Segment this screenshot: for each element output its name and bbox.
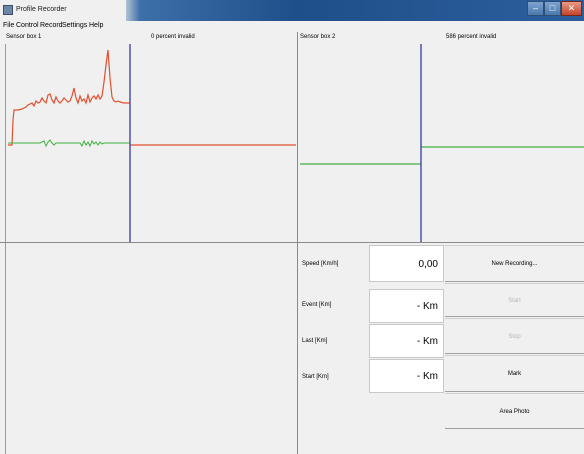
mark-button[interactable]: Mark [445, 355, 584, 392]
area-photo-button[interactable]: Area Photo [445, 393, 584, 429]
speed-value: 0,00 [418, 259, 438, 270]
sensor1-red-trace [8, 49, 130, 146]
stop-button[interactable]: Stop [445, 318, 584, 354]
speed-label: Speed [Km/h] [302, 261, 339, 267]
sensor2-label: Sensor box 2 [300, 34, 336, 40]
speed-value-box: 0,00 [369, 245, 444, 282]
last-value-box: - Km [369, 324, 444, 358]
start-value: - Km [416, 371, 438, 382]
start-label: Start [Km] [302, 374, 329, 380]
start-value-box: - Km [369, 359, 444, 393]
sensor1-green-trace [8, 139, 130, 148]
event-value: - Km [416, 301, 438, 312]
sensor2-status: 586 percent invalid [446, 34, 497, 40]
start-button[interactable]: Start [445, 283, 584, 317]
event-value-box: - Km [369, 289, 444, 323]
last-value: - Km [416, 336, 438, 347]
new-recording-button[interactable]: New Recording... [445, 245, 584, 282]
event-label: Event [Km] [302, 302, 332, 308]
last-label: Last [Km] [302, 338, 328, 344]
